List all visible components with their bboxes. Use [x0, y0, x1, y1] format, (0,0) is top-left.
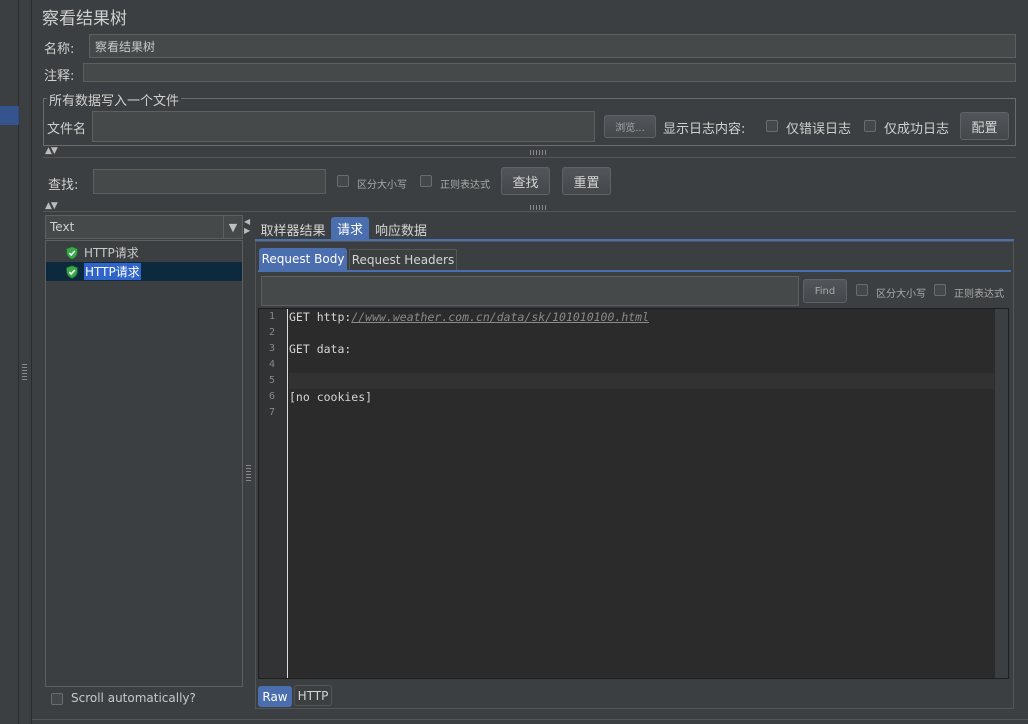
results-split-divider[interactable]: ◀ ▶	[243, 215, 254, 709]
split-grip-icon[interactable]	[530, 205, 548, 210]
collapse-arrows-icon[interactable]: ◀ ▶	[244, 217, 250, 235]
code-editor[interactable]: 1 2 3 4 5 6 7 GET http://www.weather.com…	[258, 308, 1009, 679]
comment-input[interactable]	[83, 63, 1016, 82]
scroll-auto-checkbox[interactable]	[51, 693, 63, 705]
editor-regex-checkbox[interactable]	[934, 284, 946, 296]
editor-case-label: 区分大小写	[876, 289, 926, 300]
split-grip-icon	[246, 463, 251, 481]
tab-sampler-result[interactable]: 取样器结果	[257, 219, 329, 239]
scroll-auto-label: Scroll automatically?	[71, 691, 196, 705]
line-number: 2	[268, 327, 275, 338]
tab-raw[interactable]: Raw	[258, 686, 292, 707]
log-content-label: 显示日志内容:	[663, 122, 746, 137]
line-number: 5	[268, 375, 275, 386]
search-label: 查找:	[48, 178, 79, 193]
success-only-label: 仅成功日志	[884, 122, 950, 137]
write-to-file-legend: 所有数据写入一个文件	[47, 90, 182, 109]
code-lines: GET http://www.weather.com.cn/data/sk/10…	[289, 309, 994, 421]
tab-request-headers[interactable]: Request Headers	[349, 249, 457, 270]
code-line: GET http://www.weather.com.cn/data/sk/10…	[289, 309, 994, 325]
chevron-down-icon[interactable]: ▼	[223, 216, 242, 238]
renderer-select[interactable]: Text	[45, 215, 243, 239]
tree-item[interactable]: HTTP请求	[46, 243, 242, 262]
editor-vertical-scrollbar[interactable]	[994, 309, 1008, 678]
tab-response-data[interactable]: 响应数据	[371, 219, 431, 239]
configure-button[interactable]: 配置	[960, 112, 1009, 140]
green-shield-check-icon	[66, 245, 78, 260]
line-number: 3	[268, 343, 275, 354]
split-grip-icon[interactable]	[530, 150, 548, 155]
search-regex-label: 正则表达式	[440, 180, 490, 191]
code-text: GET http:	[289, 310, 352, 324]
url-link[interactable]: //www.weather.com.cn/data/sk/101010100.h…	[351, 310, 649, 324]
tab-request[interactable]: 请求	[331, 217, 369, 239]
search-regex-checkbox[interactable]	[420, 175, 432, 187]
errors-only-label: 仅错误日志	[786, 122, 852, 137]
results-tree[interactable]: HTTP请求 HTTP请求	[45, 240, 243, 687]
renderer-selected-value: Text	[50, 220, 75, 234]
tree-item[interactable]: HTTP请求	[46, 262, 242, 281]
search-case-label: 区分大小写	[357, 180, 407, 191]
errors-only-checkbox[interactable]	[766, 120, 778, 132]
name-input[interactable]: 察看结果树	[89, 34, 1016, 58]
line-number: 1	[268, 311, 275, 322]
success-only-checkbox[interactable]	[864, 120, 876, 132]
main-split-divider[interactable]	[19, 0, 32, 724]
editor-case-checkbox[interactable]	[856, 284, 868, 296]
search-case-checkbox[interactable]	[337, 175, 349, 187]
editor-regex-label: 正则表达式	[954, 289, 1004, 300]
collapse-arrows-icon[interactable]: ▲▼	[45, 146, 58, 156]
reset-button[interactable]: 重置	[562, 167, 611, 195]
line-number: 7	[268, 407, 275, 418]
subtab-underline	[258, 270, 1011, 272]
green-shield-check-icon	[66, 264, 78, 279]
code-line: GET data:	[289, 342, 352, 356]
code-line: [no cookies]	[289, 390, 373, 404]
bottom-divider	[32, 719, 1028, 720]
search-input[interactable]	[93, 169, 326, 194]
browse-button[interactable]: 浏览...	[604, 115, 656, 138]
tree-item-label: HTTP请求	[84, 263, 141, 280]
line-number: 6	[268, 391, 275, 402]
divider	[43, 157, 1016, 158]
filename-input[interactable]	[92, 111, 595, 142]
split-grip-icon	[22, 362, 27, 380]
editor-search-input[interactable]	[261, 276, 799, 306]
editor-find-button[interactable]: Find	[803, 279, 847, 303]
tree-item-label: HTTP请求	[84, 246, 139, 260]
collapse-arrows-icon[interactable]: ▲▼	[45, 201, 58, 211]
name-label: 名称:	[44, 42, 75, 57]
left-tree-selection	[0, 106, 19, 125]
tab-http[interactable]: HTTP	[294, 685, 332, 706]
line-number: 4	[268, 359, 275, 370]
left-tree-strip	[0, 0, 19, 724]
divider	[43, 211, 1016, 212]
comment-label: 注释:	[44, 69, 75, 84]
filename-label: 文件名	[47, 122, 87, 137]
tab-request-body[interactable]: Request Body	[259, 248, 347, 270]
page-title: 察看结果树	[42, 9, 127, 29]
line-number-gutter: 1 2 3 4 5 6 7	[259, 309, 288, 678]
search-button[interactable]: 查找	[501, 167, 550, 195]
